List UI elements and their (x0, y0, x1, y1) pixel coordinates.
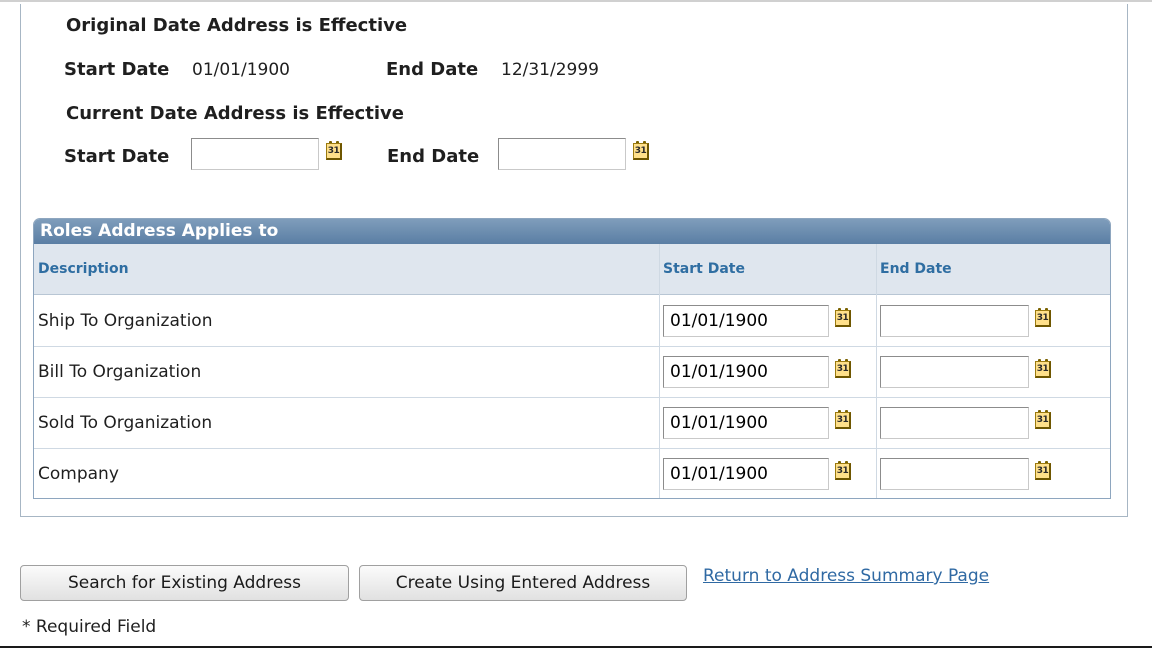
calendar-icon[interactable]: 31 (633, 141, 650, 161)
table-row: Sold To Organization 01/01/1900 31 31 (34, 398, 1110, 449)
roles-grid-column-headers: Description Start Date End Date (34, 244, 1110, 295)
calendar-icon[interactable]: 31 (1035, 308, 1052, 328)
row-description: Company (38, 464, 119, 484)
row-start-date-input[interactable]: 01/01/1900 (663, 407, 829, 439)
return-to-address-summary-link[interactable]: Return to Address Summary Page (703, 566, 989, 586)
table-row: Company 01/01/1900 31 31 (34, 449, 1110, 498)
row-end-date-input[interactable] (880, 305, 1029, 337)
original-dates-heading: Original Date Address is Effective (66, 15, 408, 36)
original-start-date-label: Start Date (64, 59, 170, 80)
calendar-icon[interactable]: 31 (326, 141, 343, 161)
column-header-start-date: Start Date (663, 261, 745, 277)
table-row: Ship To Organization 01/01/1900 31 31 (34, 296, 1110, 347)
calendar-icon[interactable]: 31 (1035, 461, 1052, 481)
row-start-date-input[interactable]: 01/01/1900 (663, 305, 829, 337)
column-header-description: Description (38, 261, 129, 277)
row-description: Sold To Organization (38, 413, 213, 433)
row-end-date-input[interactable] (880, 458, 1029, 490)
search-existing-address-button[interactable]: Search for Existing Address (20, 565, 349, 601)
required-field-note: * Required Field (22, 617, 157, 637)
roles-grid: Roles Address Applies to Description Sta… (33, 218, 1111, 499)
current-dates-heading: Current Date Address is Effective (66, 103, 404, 124)
current-end-date-label: End Date (387, 146, 480, 167)
create-entered-address-button[interactable]: Create Using Entered Address (359, 565, 687, 601)
top-divider (0, 0, 1152, 2)
calendar-icon[interactable]: 31 (835, 308, 852, 328)
row-end-date-input[interactable] (880, 356, 1029, 388)
column-divider (876, 244, 877, 498)
row-start-date-input[interactable]: 01/01/1900 (663, 356, 829, 388)
row-end-date-input[interactable] (880, 407, 1029, 439)
calendar-icon[interactable]: 31 (1035, 359, 1052, 379)
original-end-date-label: End Date (386, 59, 479, 80)
table-row: Bill To Organization 01/01/1900 31 31 (34, 347, 1110, 398)
current-end-date-input[interactable] (498, 138, 626, 170)
current-start-date-label: Start Date (64, 146, 170, 167)
row-description: Ship To Organization (38, 311, 213, 331)
original-end-date-value: 12/31/2999 (501, 60, 599, 80)
calendar-icon[interactable]: 31 (835, 359, 852, 379)
original-start-date-value: 01/01/1900 (192, 60, 290, 80)
column-divider (659, 244, 660, 498)
calendar-icon[interactable]: 31 (1035, 410, 1052, 430)
row-start-date-input[interactable]: 01/01/1900 (663, 458, 829, 490)
roles-grid-title: Roles Address Applies to (34, 219, 1110, 244)
current-start-date-input[interactable] (191, 138, 319, 170)
column-header-end-date: End Date (880, 261, 952, 277)
calendar-icon[interactable]: 31 (835, 410, 852, 430)
row-description: Bill To Organization (38, 362, 202, 382)
calendar-icon[interactable]: 31 (835, 461, 852, 481)
